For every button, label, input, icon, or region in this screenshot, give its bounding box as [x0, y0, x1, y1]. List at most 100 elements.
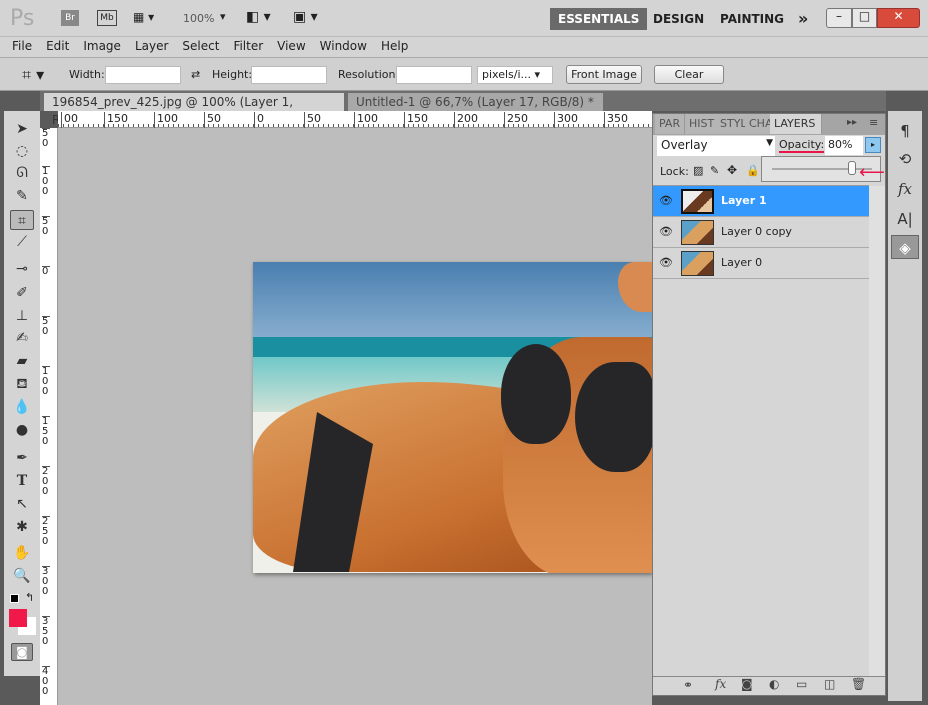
- width-input[interactable]: [105, 66, 181, 84]
- type-tool-icon[interactable]: T: [10, 471, 34, 491]
- path-selection-tool-icon[interactable]: ↖: [10, 494, 34, 514]
- crop-tool-icon[interactable]: ⌗: [10, 210, 34, 230]
- marquee-tool-icon[interactable]: ◌: [10, 141, 34, 161]
- dodge-tool-icon[interactable]: ●: [10, 420, 34, 440]
- options-bar: ⌗ ▾ Width: ⇄ Height: Resolution: pixels/…: [0, 57, 928, 91]
- lasso-tool-icon[interactable]: ᘏ: [10, 163, 34, 183]
- quick-mask-icon[interactable]: ◙: [11, 643, 33, 661]
- clone-stamp-tool-icon[interactable]: ⊥: [10, 306, 34, 326]
- lock-pixels-icon[interactable]: ✎: [710, 164, 719, 177]
- delete-layer-icon[interactable]: 🗑: [851, 677, 866, 691]
- screen-mode-icon[interactable]: ▣ ▾: [293, 9, 318, 25]
- menu-filter[interactable]: Filter: [226, 37, 270, 55]
- visibility-eye-icon[interactable]: 👁: [657, 223, 675, 241]
- add-mask-icon[interactable]: ◙: [741, 677, 753, 691]
- swap-colors-icon[interactable]: ↰: [25, 591, 34, 604]
- layer-style-icon[interactable]: fx: [715, 677, 726, 691]
- panel-menu-icon[interactable]: ≡: [869, 116, 878, 129]
- mini-bridge-button[interactable]: Mb: [97, 10, 117, 26]
- eraser-tool-icon[interactable]: ▰: [10, 351, 34, 371]
- document-image[interactable]: [253, 262, 652, 573]
- blend-mode-select[interactable]: Overlay ▼: [657, 136, 775, 156]
- workspace-painting[interactable]: PAINTING: [712, 8, 792, 30]
- ruler-label: 0: [42, 266, 50, 277]
- menu-window[interactable]: Window: [313, 37, 374, 55]
- tab-layers[interactable]: LAYERS: [770, 114, 822, 134]
- new-group-icon[interactable]: ▭: [796, 677, 807, 691]
- tab-history[interactable]: HIST: [685, 114, 720, 134]
- menu-image[interactable]: Image: [76, 37, 128, 55]
- close-button[interactable]: ✕: [877, 8, 920, 28]
- layer-name: Layer 0: [721, 256, 763, 269]
- tab-document-1[interactable]: 196854_prev_425.jpg @ 100% (Layer 1, RGB…: [44, 93, 344, 128]
- lock-all-icon[interactable]: 🔒: [746, 164, 760, 177]
- arrange-documents-icon[interactable]: ◧ ▾: [246, 9, 271, 25]
- eyedropper-tool-icon[interactable]: ⟋: [10, 232, 34, 252]
- visibility-eye-icon[interactable]: 👁: [657, 254, 675, 272]
- height-input[interactable]: [251, 66, 327, 84]
- view-extras-dropdown[interactable]: ▦ ▾: [133, 10, 165, 26]
- paint-bucket-tool-icon[interactable]: ⛾: [10, 374, 34, 394]
- styles-panel-icon[interactable]: fx: [893, 177, 917, 201]
- zoom-tool-icon[interactable]: 🔍: [10, 566, 34, 586]
- resolution-input[interactable]: [396, 66, 472, 84]
- ruler-label: 150: [404, 112, 428, 128]
- pen-tool-icon[interactable]: ✒: [10, 448, 34, 468]
- paragraph-panel-icon[interactable]: ¶: [893, 119, 917, 143]
- zoom-level[interactable]: 100%: [183, 12, 214, 25]
- ruler-label: 400: [42, 666, 50, 697]
- swap-dimensions-icon[interactable]: ⇄: [191, 68, 200, 81]
- link-layers-icon[interactable]: ⚭: [683, 678, 693, 692]
- layers-panel-icon[interactable]: ◈: [891, 235, 919, 259]
- menu-view[interactable]: View: [270, 37, 312, 55]
- custom-shape-tool-icon[interactable]: ✱: [10, 517, 34, 537]
- brush-tool-icon[interactable]: ✐: [10, 283, 34, 303]
- blur-tool-icon[interactable]: 💧: [10, 397, 34, 417]
- opacity-slider-track[interactable]: [772, 168, 872, 170]
- visibility-eye-icon[interactable]: 👁: [657, 192, 675, 210]
- menu-help[interactable]: Help: [374, 37, 415, 55]
- default-colors-icon[interactable]: [10, 594, 19, 603]
- tab-document-2[interactable]: Untitled-1 @ 66,7% (Layer 17, RGB/8) * ✕: [348, 93, 603, 128]
- maximize-button[interactable]: □: [852, 8, 877, 28]
- clear-button[interactable]: Clear: [654, 65, 724, 84]
- opacity-slider-handle[interactable]: [848, 161, 856, 175]
- menu-select[interactable]: Select: [175, 37, 226, 55]
- crop-tool-preset-icon[interactable]: ⌗ ▾: [22, 65, 44, 85]
- history-brush-tool-icon[interactable]: ✍: [10, 328, 34, 348]
- resolution-unit-select[interactable]: pixels/i... ▾: [477, 66, 553, 84]
- ruler-label: 00: [61, 112, 78, 128]
- menu-layer[interactable]: Layer: [128, 37, 175, 55]
- front-image-button[interactable]: Front Image: [566, 65, 642, 84]
- adjustment-layer-icon[interactable]: ◐: [769, 677, 779, 691]
- move-tool-icon[interactable]: ➤: [10, 119, 34, 139]
- collapse-panel-icon[interactable]: ▸▸: [847, 117, 857, 128]
- ruler-label: 100: [42, 366, 50, 397]
- opacity-slider-toggle[interactable]: ▸: [865, 137, 881, 153]
- bridge-button[interactable]: Br: [61, 10, 79, 26]
- foreground-color-swatch[interactable]: [9, 609, 27, 627]
- zoom-dropdown-icon[interactable]: ▾: [220, 10, 226, 23]
- layer-row[interactable]: 👁 Layer 1: [653, 186, 869, 217]
- minimize-button[interactable]: –: [826, 8, 852, 28]
- layers-panel: PAR HIST STYL CHA LAYERS ▸▸ ≡ Overlay ▼ O…: [652, 113, 886, 696]
- quick-selection-tool-icon[interactable]: ✎: [10, 186, 34, 206]
- opacity-input[interactable]: 80%: [825, 136, 863, 155]
- new-layer-icon[interactable]: ◫: [824, 677, 835, 691]
- hand-tool-icon[interactable]: ✋: [10, 543, 34, 563]
- layer-row[interactable]: 👁 Layer 0 copy: [653, 217, 869, 248]
- menu-file[interactable]: File: [0, 37, 39, 55]
- tab-paragraph[interactable]: PAR: [655, 114, 686, 134]
- workspace-essentials[interactable]: ESSENTIALS: [550, 8, 648, 30]
- layer-row[interactable]: 👁 Layer 0: [653, 248, 869, 279]
- history-panel-icon[interactable]: ⟲: [893, 147, 917, 171]
- spot-healing-tool-icon[interactable]: ⊸: [10, 259, 34, 279]
- more-workspaces-icon[interactable]: »: [790, 8, 816, 30]
- workspace-design[interactable]: DESIGN: [645, 8, 712, 30]
- lock-transparent-icon[interactable]: ▨: [693, 164, 703, 177]
- width-label: Width:: [69, 68, 105, 81]
- layers-scrollbar[interactable]: [869, 186, 885, 676]
- menu-edit[interactable]: Edit: [39, 37, 76, 55]
- character-panel-icon[interactable]: A|: [893, 207, 917, 231]
- lock-position-icon[interactable]: ✥: [727, 163, 737, 177]
